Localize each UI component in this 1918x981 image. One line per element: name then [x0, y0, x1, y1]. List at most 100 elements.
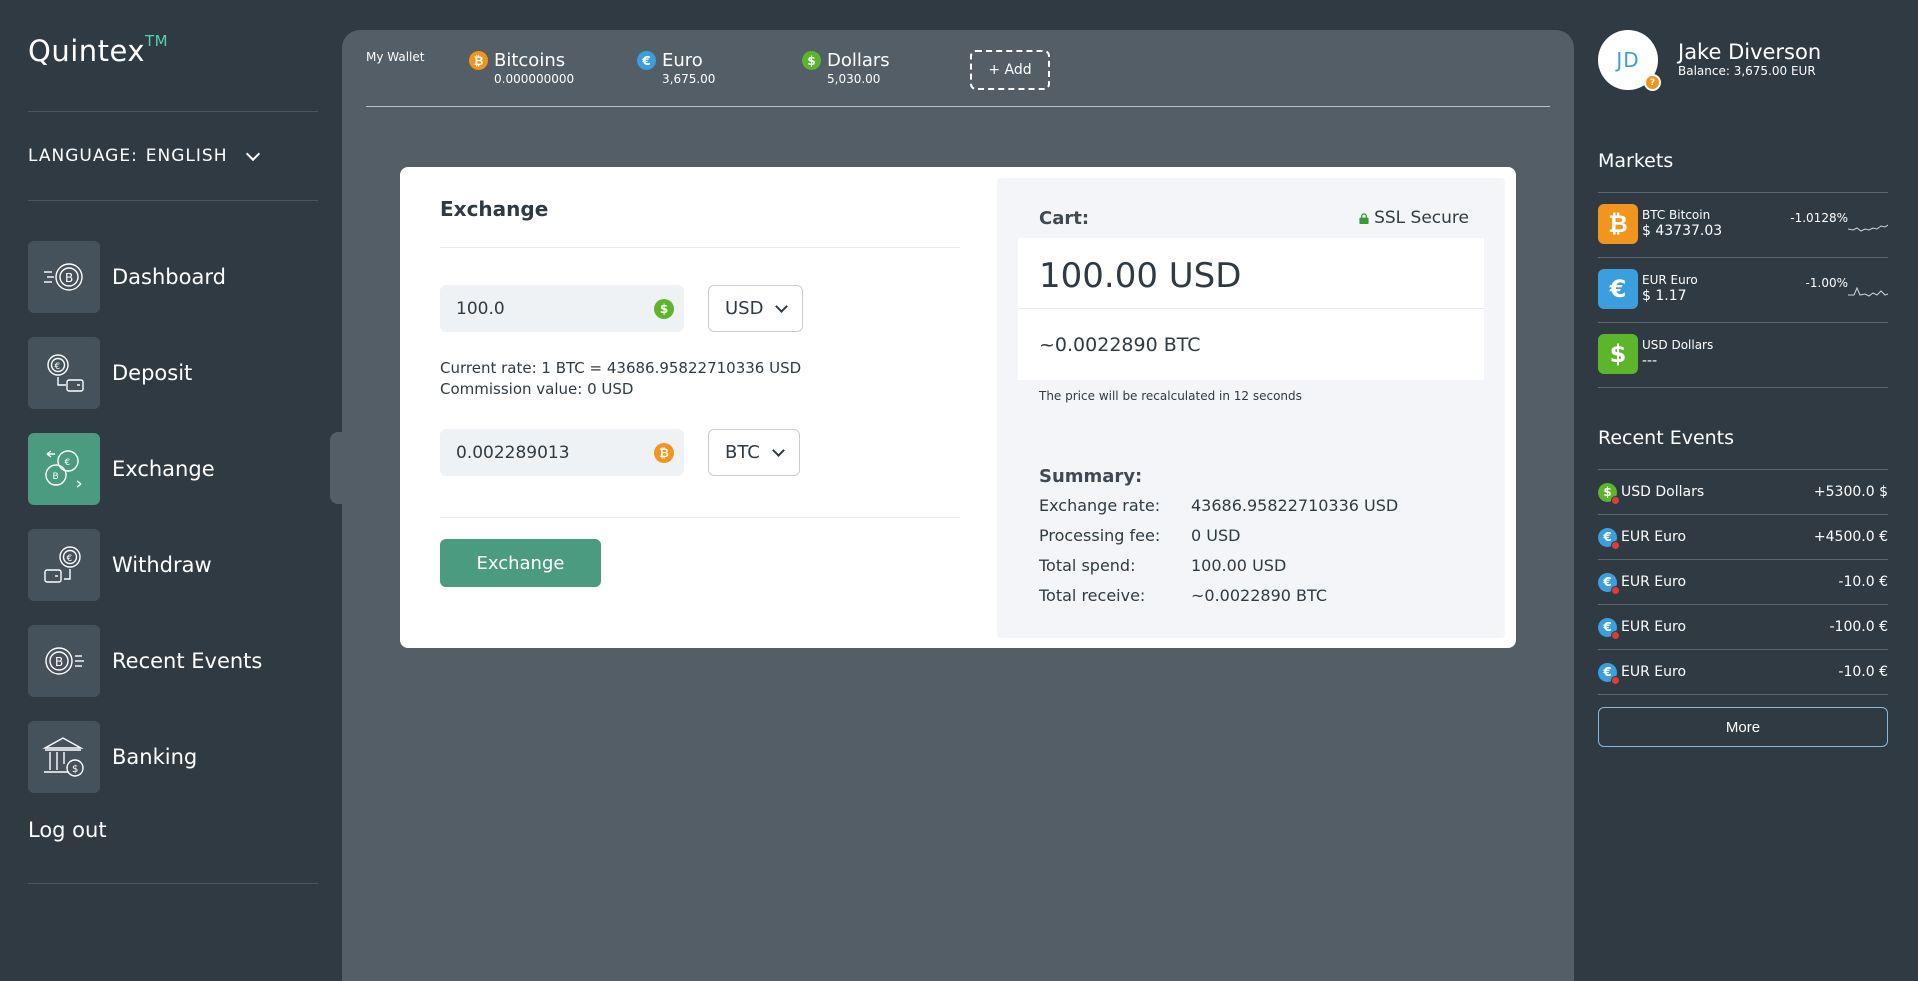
event-item[interactable]: € EUR Euro -10.0 € [1598, 560, 1888, 605]
euro-icon: € [1598, 269, 1638, 309]
svg-text:B: B [65, 271, 73, 285]
euro-icon: € [637, 51, 656, 70]
chevron-down-icon [775, 299, 789, 313]
dollar-icon: $ [1598, 482, 1620, 505]
euro-icon: € [1598, 662, 1620, 685]
event-name: EUR Euro [1621, 664, 1687, 680]
summary-value: 43686.95822710336 USD [1191, 496, 1399, 515]
recent-events-title: Recent Events [1598, 427, 1735, 449]
wallet-account-name: Euro [662, 50, 703, 71]
divider [1018, 308, 1484, 309]
markets-title: Markets [1598, 150, 1674, 172]
from-amount-field[interactable]: $ [440, 285, 684, 332]
nav-label: Recent Events [112, 649, 263, 673]
wallet-account-euro[interactable]: € Euro 3,675.00 [637, 50, 715, 86]
coin-to-wallet-icon: € [28, 337, 100, 409]
market-item-btc[interactable]: ₿ BTC Bitcoin $ 43737.03 -1.0128% [1598, 193, 1888, 258]
event-name: EUR Euro [1621, 529, 1687, 545]
nav-item-exchange[interactable]: € B Exchange [28, 433, 318, 505]
ssl-badge: SSL Secure [1359, 208, 1469, 228]
event-amount: +4500.0 € [1813, 529, 1888, 545]
nav-item-recent-events[interactable]: B Recent Events [28, 625, 318, 697]
euro-icon: € [1598, 572, 1620, 595]
market-name: EUR Euro [1642, 273, 1698, 287]
dollar-icon: $ [802, 51, 821, 70]
wallet-account-amount: 3,675.00 [662, 72, 716, 86]
sparkline-icon [1848, 224, 1888, 232]
event-item[interactable]: € EUR Euro +4500.0 € [1598, 515, 1888, 560]
summary-value: 0 USD [1191, 526, 1241, 545]
commission-value: Commission value: 0 USD [440, 380, 634, 398]
divider [440, 517, 960, 518]
sparkline-icon [1848, 286, 1888, 297]
event-item[interactable]: € EUR Euro -10.0 € [1598, 650, 1888, 695]
more-events-button[interactable]: More [1598, 707, 1888, 747]
exchange-title: Exchange [440, 197, 549, 221]
help-badge-icon[interactable]: ? [1644, 74, 1661, 91]
market-change: -1.0128% [1790, 211, 1848, 225]
to-amount-input[interactable] [456, 442, 636, 463]
right-panel: JD ? Jake Diverson Balance: 3,675.00 EUR… [1574, 0, 1918, 981]
summary-value: ~0.0022890 BTC [1191, 586, 1327, 605]
from-currency-value: USD [725, 298, 764, 319]
main-panel: My Wallet ₿ Bitcoins 0.000000000 € Euro 3,… [342, 30, 1574, 981]
event-item[interactable]: € EUR Euro -100.0 € [1598, 605, 1888, 650]
summary-key: Total receive: [1039, 586, 1146, 605]
event-item[interactable]: $ USD Dollars +5300.0 $ [1598, 470, 1888, 515]
euro-icon: € [1598, 617, 1620, 640]
bitcoin-icon: ₿ [654, 442, 674, 463]
event-name: EUR Euro [1621, 619, 1687, 635]
svg-text:B: B [53, 472, 59, 482]
add-wallet-button[interactable]: + Add [970, 50, 1050, 90]
event-amount: -10.0 € [1838, 664, 1888, 680]
bitcoin-icon: ₿ [1598, 204, 1638, 244]
from-amount-input[interactable] [456, 298, 636, 319]
svg-text:$: $ [72, 764, 78, 775]
app-logo[interactable]: QuintexTM [28, 32, 168, 68]
svg-text:€: € [65, 458, 71, 468]
market-name: USD Dollars [1642, 338, 1714, 352]
logout-link[interactable]: Log out [28, 818, 107, 842]
nav-item-deposit[interactable]: € Deposit [28, 337, 318, 409]
summary-row: Total receive: ~0.0022890 BTC [1039, 586, 1327, 605]
bitcoin-icon: ₿ [469, 51, 488, 70]
wallet-account-dollars[interactable]: $ Dollars 5,030.00 [802, 50, 890, 86]
exchange-button[interactable]: Exchange [440, 539, 601, 587]
current-rate: Current rate: 1 BTC = 43686.95822710336 … [440, 359, 802, 377]
to-currency-select[interactable]: BTC [708, 429, 800, 476]
dollar-icon: $ [654, 298, 674, 319]
market-change: -1.00% [1805, 276, 1848, 290]
nav-label: Withdraw [112, 553, 212, 577]
wallet-account-bitcoins[interactable]: ₿ Bitcoins 0.000000000 [469, 50, 574, 86]
cart-converted-amount: ~0.0022890 BTC [1039, 334, 1201, 356]
market-price: $ 1.17 [1642, 288, 1687, 304]
market-item-usd[interactable]: $ USD Dollars --- [1598, 323, 1888, 388]
sidebar: QuintexTM LANGUAGE: ENGLISH B Dashboard … [0, 0, 340, 981]
nav-item-banking[interactable]: $ Banking [28, 721, 318, 793]
language-selector[interactable]: LANGUAGE: ENGLISH [28, 146, 260, 166]
wallet-account-name: Dollars [827, 50, 890, 71]
summary-key: Total spend: [1039, 556, 1136, 575]
market-price: $ 43737.03 [1642, 223, 1723, 239]
nav-item-dashboard[interactable]: B Dashboard [28, 241, 318, 313]
wallet-withdraw-icon: € [28, 529, 100, 601]
dollar-icon: $ [1598, 334, 1638, 374]
user-balance: Balance: 3,675.00 EUR [1678, 64, 1816, 78]
nav-label: Banking [112, 745, 198, 769]
to-currency-value: BTC [725, 442, 760, 463]
market-item-eur[interactable]: € EUR Euro $ 1.17 -1.00% [1598, 258, 1888, 323]
event-amount: -10.0 € [1838, 574, 1888, 590]
divider [366, 106, 1550, 107]
to-amount-field[interactable]: ₿ [440, 429, 684, 476]
rate-info: Current rate: 1 BTC = 43686.95822710336 … [440, 358, 801, 400]
cart-panel: Cart: SSL Secure 100.00 USD ~0.0022890 B… [997, 178, 1505, 638]
nav-label: Deposit [112, 361, 193, 385]
nav-item-withdraw[interactable]: € Withdraw [28, 529, 318, 601]
recalc-note: The price will be recalculated in 12 sec… [1039, 389, 1302, 403]
event-name: USD Dollars [1621, 484, 1705, 500]
event-amount: +5300.0 $ [1813, 484, 1888, 500]
summary-row: Total spend: 100.00 USD [1039, 556, 1286, 575]
divider [28, 883, 318, 884]
from-currency-select[interactable]: USD [708, 285, 804, 332]
market-price: --- [1642, 353, 1658, 369]
